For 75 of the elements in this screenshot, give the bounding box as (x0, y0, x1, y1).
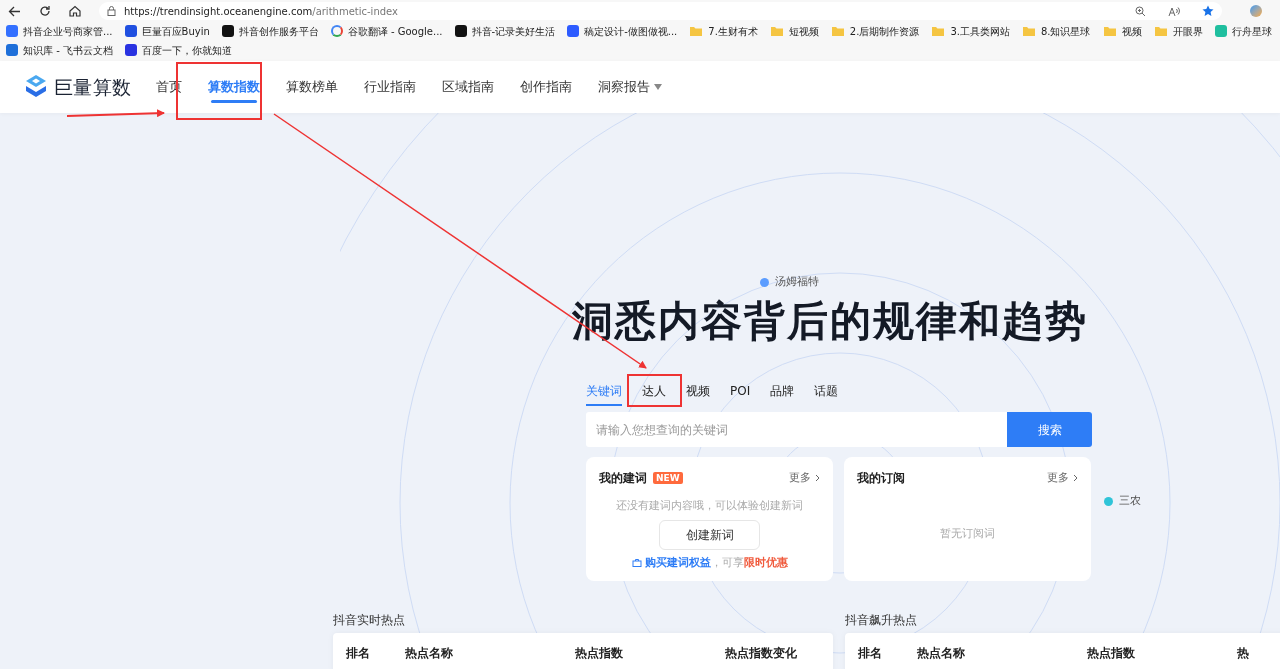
bag-icon (631, 558, 642, 568)
folder-icon (769, 25, 784, 37)
list-title: 抖音飙升热点 (845, 612, 918, 629)
bookmark[interactable]: 抖音企业号商家管... (6, 23, 113, 39)
bookmark[interactable]: 稿定设计-做图做视... (567, 23, 678, 39)
card-title: 我的订阅 (857, 470, 905, 487)
zoom-icon[interactable] (1135, 5, 1146, 17)
folder-icon (931, 25, 946, 37)
logo-text: 巨量算数 (54, 74, 132, 100)
column-header: 热点名称 (917, 645, 966, 662)
bookmark[interactable]: 8.知识星球 (1021, 23, 1091, 39)
nav-tab[interactable]: 洞察报告 (598, 61, 662, 113)
empty-hint: 暂无订阅词 (940, 525, 995, 542)
bookmark[interactable]: 2.后期制作资源 (830, 23, 920, 39)
star-icon[interactable] (1202, 5, 1214, 17)
bookmark[interactable]: 短视频 (769, 23, 819, 39)
bookmark[interactable]: 抖音-记录美好生活 (454, 23, 556, 39)
empty-hint: 还没有建词内容哦，可以体验创建新词 (616, 498, 803, 514)
bubble-label: 汤姆福特 (775, 274, 819, 290)
column-header: 热点指数 (575, 645, 624, 662)
address-bar[interactable]: https://trendinsight.oceanengine.com/arithmetic-index (99, 2, 1222, 20)
more-link[interactable]: 更多 (1047, 469, 1078, 487)
search-field[interactable]: 请输入您想查询的关键词 (586, 412, 1007, 447)
reload-icon[interactable] (39, 5, 51, 17)
highlight-frame (627, 374, 682, 407)
bubble-label: 三农 (1119, 493, 1141, 509)
bookmark[interactable]: 抖音创作服务平台 (221, 23, 319, 39)
chevron-icon (1073, 474, 1078, 482)
search-tab[interactable]: 达人 (642, 382, 666, 406)
home-icon[interactable] (69, 5, 81, 17)
create-word-button[interactable]: 创建新词 (659, 519, 760, 550)
search-tab[interactable]: POI (730, 382, 751, 406)
url-text: https://trendinsight.oceanengine.com/arithmetic-index (124, 4, 398, 19)
search-tab[interactable]: 话题 (814, 382, 839, 406)
folder-icon (1021, 25, 1036, 37)
bookmark[interactable]: 谷歌翻译 - Google... (330, 23, 443, 39)
promo-text: 购买建词权益，可享限时优惠 (644, 554, 788, 571)
more-link[interactable]: 更多 (789, 469, 820, 487)
lock-icon (107, 6, 116, 16)
profile-icon[interactable] (1250, 5, 1262, 17)
column-header: 热点名称 (405, 645, 454, 662)
bookmark[interactable]: 百度一下，你就知道 (124, 42, 232, 58)
folder-icon (830, 25, 845, 37)
read-aloud-icon[interactable] (1168, 5, 1180, 17)
search-tab[interactable]: 品牌 (770, 382, 795, 406)
logo-icon (24, 74, 48, 100)
list-title: 抖音实时热点 (333, 612, 406, 629)
buy-link[interactable]: 购买建词权益 (644, 555, 711, 569)
column-header: 排名 (346, 645, 371, 662)
search-button[interactable]: 搜索 (1007, 412, 1092, 447)
nav-tab[interactable]: 行业指南 (364, 61, 416, 113)
column-header: 排名 (858, 645, 883, 662)
bookmark[interactable]: 7.生财有术 (689, 23, 758, 39)
nav-tab[interactable]: 算数榜单 (286, 61, 338, 113)
folder-icon (1102, 25, 1117, 37)
bookmark[interactable]: 行舟星球 (1214, 23, 1272, 39)
folder-icon (1153, 25, 1168, 37)
back-icon[interactable] (8, 5, 21, 17)
folder-icon (689, 25, 704, 37)
bookmark[interactable]: 视频 (1102, 23, 1142, 39)
chevron-icon (815, 474, 820, 482)
card-title: 我的建词 (599, 470, 647, 487)
nav-tab[interactable]: 创作指南 (520, 61, 572, 113)
column-header: 热点指数变化 (725, 645, 797, 662)
search-tab[interactable]: 关键词 (586, 382, 622, 406)
bookmark[interactable]: 巨量百应Buyin (124, 23, 210, 39)
column-header: 热 (1237, 645, 1249, 662)
nav-tab[interactable]: 区域指南 (442, 61, 494, 113)
nav-tab[interactable]: 算数指数 (208, 61, 260, 113)
bookmark[interactable]: 知识库 - 飞书云文档 (6, 42, 113, 58)
new-badge: NEW (653, 472, 683, 484)
bookmark[interactable]: 3.工具类网站 (931, 23, 1010, 39)
bookmark[interactable]: 开眼界 (1153, 23, 1203, 39)
search-tab[interactable]: 视频 (686, 382, 710, 406)
column-header: 热点指数 (1087, 645, 1136, 662)
